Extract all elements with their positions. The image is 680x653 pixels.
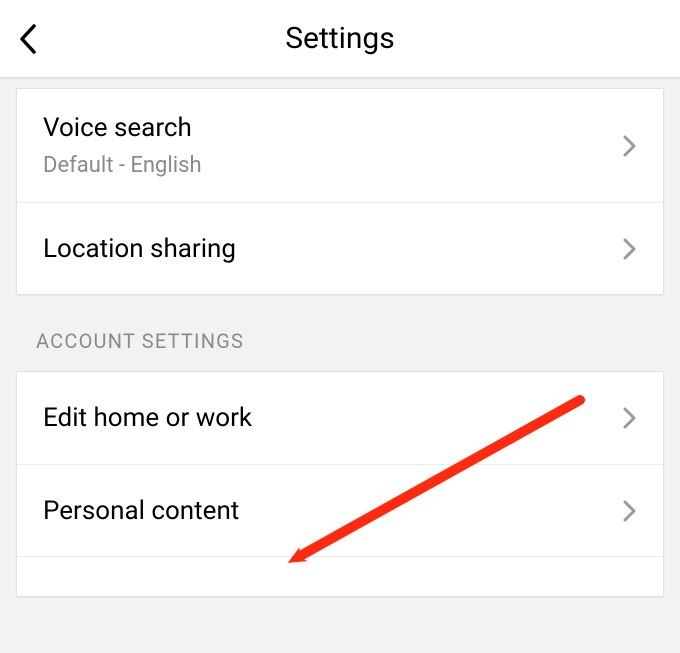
chevron-right-icon [623,134,637,158]
chevron-right-icon [623,406,637,430]
content-area: Voice search Default - English Location … [0,78,680,653]
row-placeholder [17,556,663,596]
chevron-left-icon [18,23,38,55]
row-text: Location sharing [43,234,236,264]
row-label: Personal content [43,496,239,526]
row-text: Voice search Default - English [43,113,202,178]
chevron-right-icon [623,499,637,523]
row-text: Personal content [43,496,239,526]
settings-group-account: Edit home or work Personal content [16,371,664,597]
row-personal-content[interactable]: Personal content [17,464,663,556]
row-label: Voice search [43,113,202,143]
section-header-account: ACCOUNT SETTINGS [16,295,664,371]
page-title: Settings [285,21,395,56]
row-sublabel: Default - English [43,153,202,178]
row-label: Location sharing [43,234,236,264]
settings-group-general: Voice search Default - English Location … [16,88,664,295]
row-voice-search[interactable]: Voice search Default - English [17,89,663,202]
chevron-right-icon [623,237,637,261]
row-label: Edit home or work [43,403,252,433]
row-edit-home-work[interactable]: Edit home or work [17,372,663,464]
back-button[interactable] [18,23,38,55]
row-location-sharing[interactable]: Location sharing [17,202,663,294]
header-bar: Settings [0,0,680,78]
row-text: Edit home or work [43,403,252,433]
